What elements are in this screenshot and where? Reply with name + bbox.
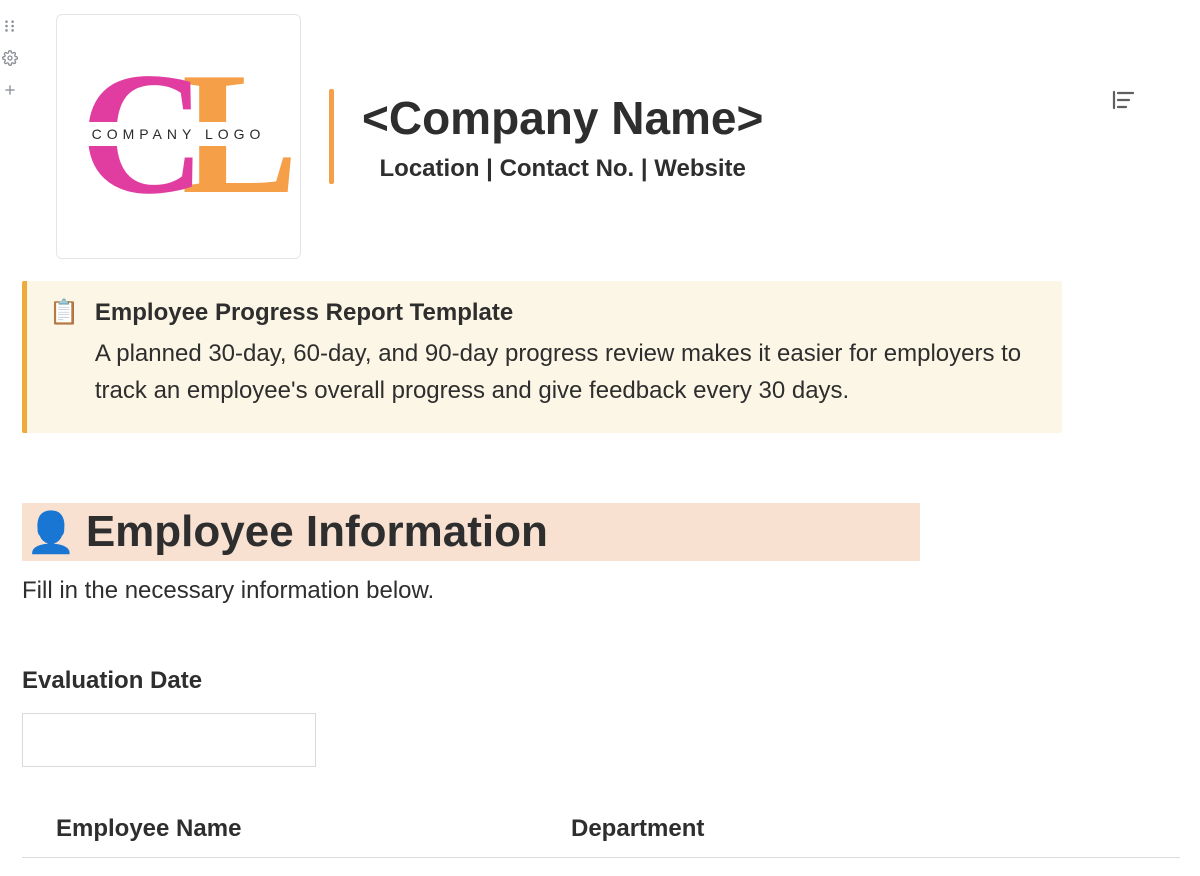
- document-body: L C COMPANY LOGO <Company Name> Location…: [0, 0, 1200, 858]
- company-block: <Company Name> Location | Contact No. | …: [362, 91, 763, 183]
- logo-inner: L C COMPANY LOGO: [74, 52, 284, 222]
- left-rail: [0, 0, 20, 98]
- section-heading[interactable]: 👤 Employee Information: [22, 503, 920, 561]
- callout-body: Employee Progress Report Template A plan…: [95, 299, 1038, 409]
- plus-icon[interactable]: [2, 82, 18, 98]
- gear-icon[interactable]: [2, 50, 18, 66]
- department-header: Department: [571, 815, 980, 843]
- evaluation-date-input[interactable]: [22, 713, 316, 767]
- employee-name-header: Employee Name: [56, 815, 571, 843]
- accent-bar: [329, 89, 334, 184]
- employee-table-headers: Employee Name Department: [22, 815, 1180, 858]
- section-subtitle[interactable]: Fill in the necessary information below.: [22, 577, 1180, 605]
- section-title: Employee Information: [86, 507, 548, 557]
- clipboard-icon: 📋: [49, 299, 79, 409]
- callout-block[interactable]: 📋 Employee Progress Report Template A pl…: [22, 281, 1062, 433]
- callout-text: A planned 30-day, 60-day, and 90-day pro…: [95, 335, 1038, 409]
- callout-title: Employee Progress Report Template: [95, 299, 1038, 327]
- logo-band: COMPANY LOGO: [74, 122, 284, 146]
- toc-icon[interactable]: [1111, 90, 1135, 115]
- header-row: L C COMPANY LOGO <Company Name> Location…: [22, 0, 1180, 259]
- person-icon: 👤: [26, 509, 76, 556]
- evaluation-date-label: Evaluation Date: [22, 667, 1180, 695]
- section-heading-wrap: 👤 Employee Information: [22, 503, 920, 561]
- company-name[interactable]: <Company Name>: [362, 91, 763, 145]
- drag-handle-icon[interactable]: [2, 18, 18, 34]
- logo-band-text: COMPANY LOGO: [92, 126, 266, 142]
- company-logo[interactable]: L C COMPANY LOGO: [56, 14, 301, 259]
- company-subtitle[interactable]: Location | Contact No. | Website: [362, 155, 763, 183]
